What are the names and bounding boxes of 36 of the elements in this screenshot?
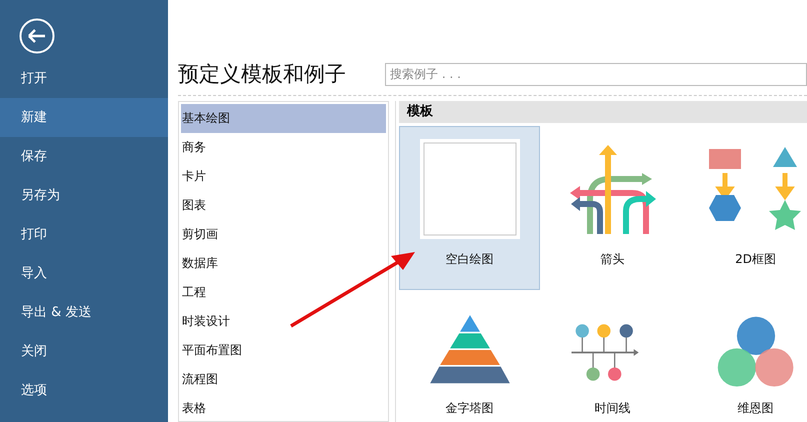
category-item[interactable]: 工程 (181, 278, 386, 307)
sidebar-item[interactable]: 关闭 (0, 332, 168, 371)
sidebar-item[interactable]: 打印 (0, 215, 168, 254)
category-item[interactable]: 商务 (181, 133, 386, 162)
sidebar-item[interactable]: 导入 (0, 254, 168, 293)
page-title: 预定义模板和例子 (178, 61, 347, 88)
blank-page-icon (420, 139, 520, 239)
template-tile[interactable]: 2D框图 (685, 126, 807, 290)
pyramid-icon (430, 315, 510, 384)
arrows-icon (570, 145, 656, 234)
template-tile[interactable]: 箭头 (542, 126, 683, 290)
sidebar-item[interactable]: 选项 (0, 371, 168, 410)
venn-diagram-icon (717, 316, 793, 387)
category-item[interactable]: 表格 (181, 394, 386, 422)
category-item[interactable]: 平面布置图 (181, 336, 386, 365)
category-item[interactable]: 基本绘图 (181, 104, 386, 133)
sidebar-item[interactable]: 新建 (0, 98, 168, 137)
section-header: 模板 (399, 101, 807, 123)
sidebar-item[interactable]: 另存为 (0, 176, 168, 215)
template-tile[interactable]: 维恩图 (685, 290, 807, 418)
category-item[interactable]: 卡片 (181, 162, 386, 191)
category-item[interactable]: 流程图 (181, 365, 386, 394)
category-item[interactable]: 图表 (181, 191, 386, 220)
category-item[interactable]: 数据库 (181, 249, 386, 278)
category-item[interactable]: 时装设计 (181, 307, 386, 336)
sidebar-item[interactable]: 打开 (0, 59, 168, 98)
block-shapes-icon (708, 147, 800, 230)
template-tile[interactable]: 空白绘图 (399, 126, 540, 290)
search-field[interactable]: 搜索例子 . . . (385, 62, 807, 86)
template-tile[interactable]: 金字塔图 (399, 290, 540, 418)
category-item[interactable]: 剪切画 (181, 220, 386, 249)
template-tile[interactable]: 时间线 (542, 290, 683, 418)
timeline-icon (571, 324, 638, 381)
sidebar-item[interactable]: 保存 (0, 137, 168, 176)
sidebar-item[interactable]: 导出 & 发送 (0, 293, 168, 332)
back-icon[interactable] (19, 18, 55, 54)
